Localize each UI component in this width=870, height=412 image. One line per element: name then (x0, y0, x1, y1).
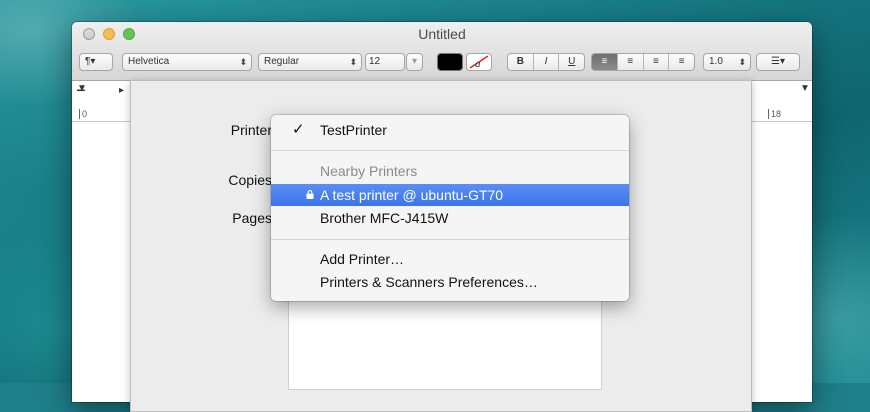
nearby-printer-1-label: A test printer @ ubuntu-GT70 (320, 187, 504, 203)
stepper-arrows-icon: ⬍ (349, 57, 357, 67)
chevron-down-icon: ▾ (411, 56, 418, 67)
line-spacing-value: 1.0 (709, 56, 723, 67)
tab-stop-icon[interactable]: ▸ (119, 85, 124, 96)
first-line-indent-icon[interactable]: ▔ (77, 91, 85, 102)
align-justify-icon: ≡ (678, 56, 685, 67)
text-style-segmented: B I U (507, 53, 585, 71)
align-right-button[interactable]: ≡ (644, 54, 670, 70)
font-family-select[interactable]: Helvetica ⬍ (122, 53, 252, 71)
title-bar: Untitled ¶▾ Helvetica ⬍ Regular ⬍ 12 ▾ a (72, 22, 812, 81)
menu-separator (271, 239, 629, 240)
paragraph-styles-button[interactable]: ¶▾ (79, 53, 113, 71)
font-style-value: Regular (264, 56, 300, 67)
printer-popup-menu: ✓ TestPrinter Nearby Printers A test pri… (271, 115, 629, 301)
font-size-dropdown[interactable]: ▾ (406, 53, 423, 71)
right-margin-marker-icon[interactable]: ▼ (800, 83, 810, 94)
printer-label: Printer (230, 122, 272, 138)
stepper-arrows-icon: ⬍ (239, 57, 247, 67)
lock-icon (306, 190, 314, 199)
align-justify-button[interactable]: ≡ (669, 54, 694, 70)
ruler-tick (79, 109, 80, 119)
pages-label: Pages (232, 210, 272, 226)
align-left-button[interactable]: ≡ (592, 54, 618, 70)
ruler-number-left: 0 (82, 109, 88, 119)
menu-item-nearby-printer-1[interactable]: A test printer @ ubuntu-GT70 (271, 184, 629, 206)
copies-label: Copies (228, 172, 272, 188)
menu-item-current-printer[interactable]: ✓ TestPrinter (271, 119, 629, 141)
ruler-number-right: 18 (771, 109, 782, 119)
stepper-arrows-icon: ⬍ (738, 57, 746, 67)
menu-header-nearby: Nearby Printers (320, 163, 418, 179)
list-icon: ☰▾ (771, 56, 785, 67)
bold-button[interactable]: B (508, 54, 534, 70)
svg-text:a: a (475, 58, 481, 70)
nearby-printer-2-label: Brother MFC-J415W (320, 210, 449, 226)
underline-button[interactable]: U (559, 54, 584, 70)
menu-separator (271, 150, 629, 151)
line-spacing-select[interactable]: 1.0 ⬍ (703, 53, 751, 71)
no-color-icon: a (469, 55, 489, 70)
ruler-tick (768, 109, 769, 119)
font-size-value: 12 (369, 56, 381, 67)
font-style-select[interactable]: Regular ⬍ (258, 53, 362, 71)
font-family-value: Helvetica (128, 56, 170, 67)
window-title: Untitled (418, 26, 466, 42)
print-preview (288, 298, 602, 390)
menu-item-add-printer[interactable]: Add Printer… (271, 248, 629, 270)
align-right-icon: ≡ (652, 56, 659, 67)
checkmark-icon: ✓ (292, 121, 305, 138)
current-printer-label: TestPrinter (320, 122, 387, 138)
text-color-well[interactable] (437, 53, 463, 71)
align-left-icon: ≡ (601, 56, 608, 67)
menu-item-nearby-printer-2[interactable]: Brother MFC-J415W (271, 207, 629, 229)
list-button[interactable]: ☰▾ (756, 53, 800, 71)
background-color-well[interactable]: a (466, 53, 492, 71)
menu-item-printer-preferences[interactable]: Printers & Scanners Preferences… (271, 271, 629, 293)
align-center-icon: ≡ (627, 56, 634, 67)
align-center-button[interactable]: ≡ (618, 54, 644, 70)
alignment-segmented: ≡ ≡ ≡ ≡ (591, 53, 695, 71)
font-size-field[interactable]: 12 (365, 53, 405, 71)
italic-button[interactable]: I (534, 54, 560, 70)
